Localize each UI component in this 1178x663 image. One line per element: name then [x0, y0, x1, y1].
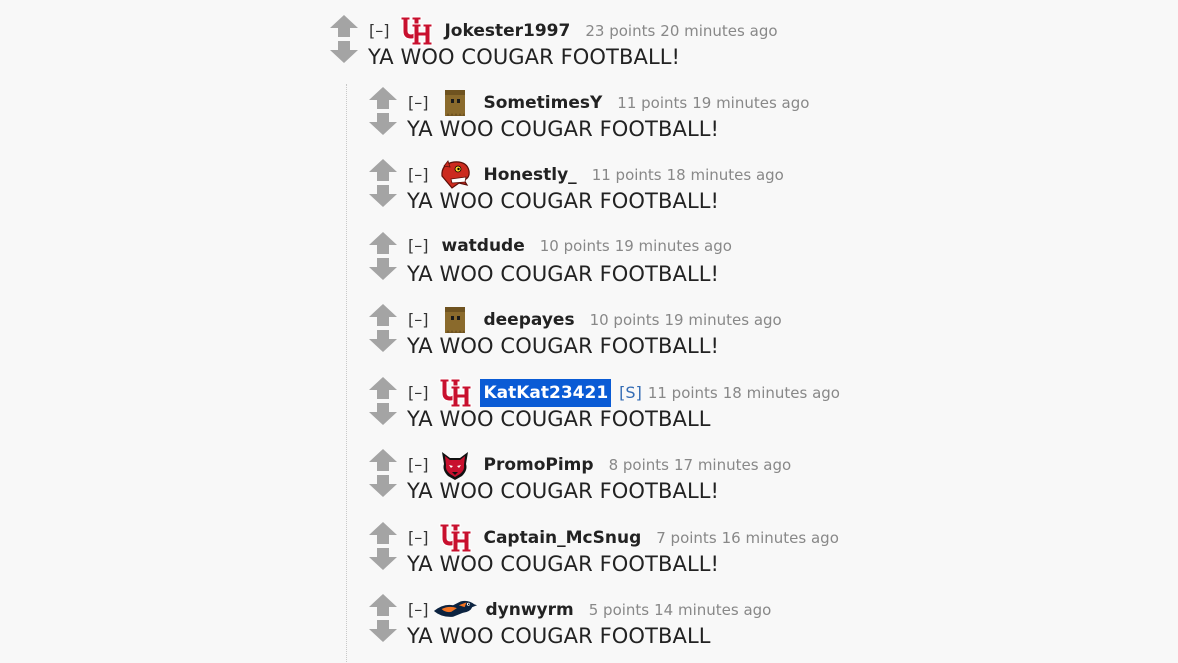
author-link[interactable]: KatKat23421	[480, 379, 612, 407]
upvote-arrow-icon[interactable]	[368, 86, 398, 110]
comment-body: YA WOO COUGAR FOOTBALL	[407, 624, 711, 648]
comment-tagline: [–] Jokester1997 23 points 20 minutes ago	[369, 14, 778, 46]
upvote-arrow-icon[interactable]	[368, 231, 398, 255]
comment-body: YA WOO COUGAR FOOTBALL!	[407, 117, 720, 141]
collapse-toggle[interactable]: [–]	[408, 596, 428, 624]
upvote-arrow-icon[interactable]	[368, 593, 398, 617]
comment-timestamp: 16 minutes ago	[721, 529, 839, 547]
comment-score: 11 points	[591, 166, 662, 184]
downvote-arrow-icon[interactable]	[368, 619, 398, 643]
downvote-arrow-icon[interactable]	[368, 329, 398, 353]
comment-score: 11 points	[647, 384, 718, 402]
roadrunner-icon	[432, 593, 478, 627]
downvote-arrow-icon[interactable]	[368, 184, 398, 208]
upvote-arrow-icon[interactable]	[368, 376, 398, 400]
paper-bag-icon	[438, 86, 472, 120]
comment-timestamp: 20 minutes ago	[660, 22, 778, 40]
vote-controls	[368, 231, 398, 283]
comment-tagline: [–] Honestly_ 11 points 18 minutes ago	[408, 158, 784, 189]
comment-tagline: [–] Captain_McSnug 7 points 16 minutes ago	[408, 521, 839, 553]
comment-score: 11 points	[617, 94, 688, 112]
author-link[interactable]: SometimesY	[480, 89, 605, 117]
comment-body: YA WOO COUGAR FOOTBALL!	[407, 334, 720, 358]
comment-tagline: [–] KatKat23421 [S] 11 points 18 minutes ag…	[408, 376, 840, 408]
author-link[interactable]: deepayes	[480, 306, 577, 334]
author-link[interactable]: dynwyrm	[482, 596, 576, 624]
comment-score: 10 points	[589, 311, 660, 329]
upvote-arrow-icon[interactable]	[368, 448, 398, 472]
submitter-tag[interactable]: [S]	[619, 379, 642, 407]
comment-body: YA WOO COUGAR FOOTBALL!	[407, 189, 720, 213]
comment-body: YA WOO COUGAR FOOTBALL!	[407, 479, 720, 503]
uh-logo-icon	[438, 376, 472, 410]
comment-score: 8 points	[608, 456, 669, 474]
comment-score: 10 points	[539, 236, 610, 255]
comment-tagline: [–] SometimesY 11 points 19 minutes ago	[408, 86, 810, 117]
author-link[interactable]: PromoPimp	[480, 451, 596, 479]
upvote-arrow-icon[interactable]	[368, 158, 398, 182]
comment-body: YA WOO COUGAR FOOTBALL	[407, 407, 711, 431]
vote-controls	[368, 376, 398, 428]
vote-controls	[368, 303, 398, 355]
collapse-toggle[interactable]: [–]	[408, 89, 428, 117]
child-thread-line	[346, 84, 347, 663]
author-link[interactable]: Jokester1997	[441, 17, 573, 45]
downvote-arrow-icon[interactable]	[368, 257, 398, 281]
upvote-arrow-icon[interactable]	[368, 303, 398, 327]
author-link[interactable]: Captain_McSnug	[480, 524, 644, 552]
vote-controls	[368, 86, 398, 138]
vote-controls	[368, 593, 398, 645]
comment-score: 7 points	[656, 529, 717, 547]
author-link[interactable]: watdude	[438, 232, 527, 260]
comment-body: YA WOO COUGAR FOOTBALL!	[407, 262, 720, 286]
downvote-arrow-icon[interactable]	[368, 547, 398, 571]
comment-timestamp: 14 minutes ago	[654, 601, 772, 619]
red-raptor-icon	[438, 158, 472, 192]
comment-tagline: [–] watdude 10 points 19 minutes ago	[408, 231, 732, 259]
red-wolf-icon	[438, 448, 472, 482]
comment-thread: [–] Jokester1997 23 points 20 minutes ago Y…	[0, 0, 1178, 663]
comment-timestamp: 17 minutes ago	[673, 456, 792, 474]
collapse-toggle[interactable]: [–]	[408, 306, 428, 334]
comment-timestamp: 18 minutes ago	[722, 384, 840, 402]
comment-timestamp: 19 minutes ago	[692, 94, 810, 112]
downvote-arrow-icon[interactable]	[368, 474, 398, 498]
collapse-toggle[interactable]: [–]	[408, 379, 428, 407]
comment-body: YA WOO COUGAR FOOTBALL!	[368, 45, 681, 69]
vote-controls	[329, 14, 359, 66]
collapse-toggle[interactable]: [–]	[408, 451, 428, 479]
comment-tagline: [–] deepayes 10 points 19 minutes ago	[408, 303, 782, 334]
comment-tagline: [–] PromoPimp 8 points 17 minutes ago	[408, 448, 792, 480]
comment-timestamp: 18 minutes ago	[666, 166, 784, 184]
downvote-arrow-icon[interactable]	[368, 112, 398, 136]
comment-timestamp: 19 minutes ago	[614, 236, 732, 255]
vote-controls	[368, 521, 398, 573]
uh-logo-icon	[399, 14, 433, 48]
comment-score: 5 points	[588, 601, 650, 619]
collapse-toggle[interactable]: [–]	[408, 524, 428, 552]
upvote-arrow-icon[interactable]	[368, 521, 398, 545]
collapse-toggle[interactable]: [–]	[408, 161, 428, 189]
comment-timestamp: 19 minutes ago	[664, 311, 782, 329]
comment-score: 23 points	[585, 22, 656, 40]
author-link[interactable]: Honestly_	[480, 161, 579, 189]
vote-controls	[368, 158, 398, 210]
comment-body: YA WOO COUGAR FOOTBALL!	[407, 552, 720, 576]
downvote-arrow-icon[interactable]	[329, 40, 359, 64]
downvote-arrow-icon[interactable]	[368, 402, 398, 426]
collapse-toggle[interactable]: [–]	[408, 232, 428, 260]
vote-controls	[368, 448, 398, 500]
uh-logo-icon	[438, 521, 472, 555]
upvote-arrow-icon[interactable]	[329, 14, 359, 38]
collapse-toggle[interactable]: [–]	[369, 17, 389, 45]
comment-tagline: [–] dynwyrm 5 points 14 minutes ago	[408, 593, 771, 621]
paper-bag-icon	[438, 303, 472, 337]
